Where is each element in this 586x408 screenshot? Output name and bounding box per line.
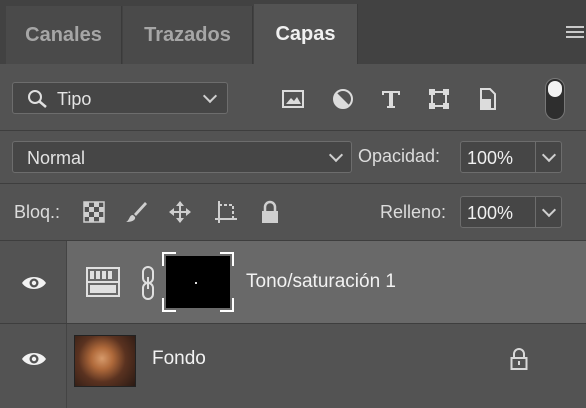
image-filter-icon[interactable] [282, 88, 304, 110]
opacity-input[interactable]: 100% [460, 141, 536, 173]
hue-saturation-adjustment-icon [86, 267, 120, 297]
layer-mask-thumbnail[interactable] [162, 252, 234, 312]
artboard-lock-icon[interactable] [214, 200, 238, 224]
lock-label: Bloq.: [14, 202, 61, 222]
layer-filter-row: Tipo [0, 64, 586, 130]
filter-kind-label: Tipo [57, 89, 92, 109]
toggle-knob [548, 81, 562, 97]
blend-row: Normal Opacidad: 100% [0, 131, 586, 183]
chevron-down-icon [541, 147, 557, 163]
opacity-value: 100% [467, 148, 514, 168]
type-filter-icon[interactable] [380, 88, 402, 110]
tab-capas[interactable]: Capas [254, 4, 358, 64]
panel-menu-icon[interactable] [566, 26, 584, 41]
layer-name[interactable]: Fondo [152, 348, 206, 370]
fill-dropdown-button[interactable] [536, 196, 562, 228]
fill-input[interactable]: 100% [460, 196, 536, 228]
lock-icon [510, 348, 528, 370]
eye-icon[interactable] [21, 274, 47, 292]
blend-mode-select[interactable]: Normal [12, 141, 352, 173]
blend-mode-value: Normal [27, 148, 86, 168]
tab-label: Capas [275, 22, 336, 45]
tab-trazados[interactable]: Trazados [123, 6, 253, 64]
fill-label: Relleno: [380, 202, 447, 222]
chevron-down-icon [202, 88, 218, 104]
lock-transparency-icon[interactable] [82, 200, 106, 224]
tab-canales[interactable]: Canales [6, 6, 122, 64]
visibility-column [0, 324, 67, 408]
chevron-down-icon [328, 147, 344, 163]
layer-row-fondo[interactable]: Fondo [0, 324, 586, 408]
opacity-label: Opacidad: [358, 146, 441, 166]
tab-label: Canales [25, 23, 102, 46]
smart-object-filter-icon[interactable] [476, 88, 498, 110]
visibility-column [0, 241, 67, 323]
tab-label: Trazados [144, 23, 231, 46]
link-chain-icon[interactable] [140, 265, 156, 301]
layer-thumbnail[interactable] [74, 335, 136, 387]
brush-icon[interactable] [124, 200, 148, 224]
filter-toggle[interactable] [545, 78, 565, 120]
adjustment-filter-icon[interactable] [332, 88, 354, 110]
layer-name[interactable]: Tono/saturación 1 [246, 271, 396, 293]
fill-value: 100% [467, 203, 514, 223]
filter-kind-select[interactable]: Tipo [12, 82, 228, 114]
lock-all-icon[interactable] [258, 200, 282, 224]
search-icon [28, 90, 47, 108]
lock-row: Bloq.: Relleno: 100% [0, 184, 586, 240]
panel-tab-bar: Canales Trazados Capas [0, 0, 586, 64]
move-icon[interactable] [168, 200, 192, 224]
opacity-dropdown-button[interactable] [536, 141, 562, 173]
shape-filter-icon[interactable] [428, 88, 450, 110]
eye-icon[interactable] [21, 350, 47, 368]
chevron-down-icon [541, 202, 557, 218]
layer-row-tono-saturacion[interactable]: Tono/saturación 1 [0, 241, 586, 323]
